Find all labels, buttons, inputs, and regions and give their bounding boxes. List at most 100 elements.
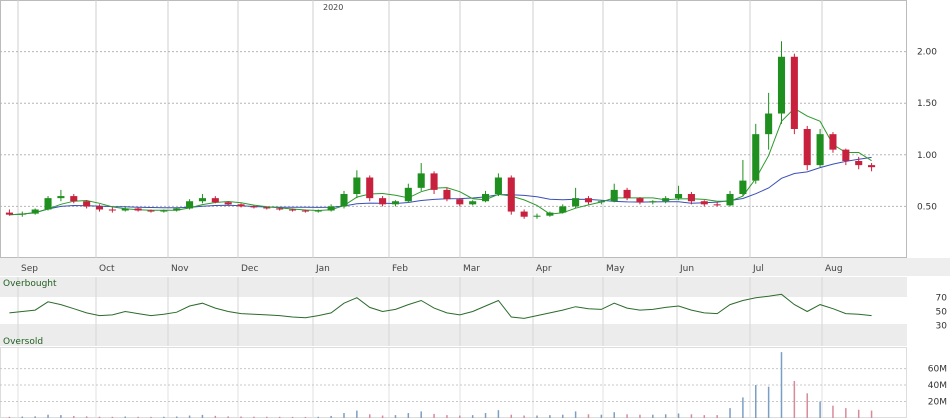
candle xyxy=(507,175,515,215)
rsi-overbought-band xyxy=(0,277,907,297)
candle-body xyxy=(404,187,412,202)
candle-body xyxy=(649,201,657,203)
volume-bar xyxy=(433,413,435,418)
candle-body xyxy=(816,134,824,166)
month-label: Dec xyxy=(241,264,258,274)
rsi-panel: Overbought Oversold 70 50 30 xyxy=(0,277,947,347)
candle-body xyxy=(276,208,284,210)
month-label: Oct xyxy=(99,264,115,274)
volume-bar xyxy=(832,405,834,418)
candle-body xyxy=(855,160,863,166)
price-tick-label: 0.50 xyxy=(917,202,937,212)
volume-bar xyxy=(356,410,358,418)
year-label: 2020 xyxy=(323,3,343,12)
volume-bar xyxy=(677,413,680,418)
candle-body xyxy=(533,215,541,217)
rsi-mid-band xyxy=(0,297,907,324)
rsi-tick-label: 50 xyxy=(936,308,948,318)
month-label: Sep xyxy=(21,264,38,274)
rsi-oversold-band xyxy=(0,324,907,346)
candle-body xyxy=(494,177,502,195)
volume-bar xyxy=(613,412,615,418)
candle xyxy=(790,53,798,135)
candle-body xyxy=(301,210,309,212)
volume-bar xyxy=(793,380,796,418)
candle-body xyxy=(623,189,631,199)
month-label: Jan xyxy=(315,264,330,274)
volume-bar xyxy=(742,397,744,418)
candle-body xyxy=(186,201,194,209)
volume-bar xyxy=(729,408,731,418)
candle-body xyxy=(314,210,322,212)
candle-body xyxy=(726,194,734,206)
candle-body xyxy=(842,149,850,161)
candle xyxy=(816,129,824,168)
candle-body xyxy=(263,207,271,209)
candle-body xyxy=(507,177,515,212)
volume-bar xyxy=(806,393,808,418)
candle-body xyxy=(520,211,528,217)
rsi-oversold-label: Oversold xyxy=(3,337,43,347)
candle-body xyxy=(739,180,747,195)
month-label: Aug xyxy=(825,264,843,274)
candle-body xyxy=(481,194,490,202)
volume-axis: 20M 40M 60M xyxy=(928,365,947,408)
candle-body xyxy=(353,177,361,195)
price-tick-label: 1.00 xyxy=(917,151,937,161)
month-label: Nov xyxy=(171,264,189,274)
candle-body xyxy=(237,204,245,207)
candle-body xyxy=(134,208,142,211)
candle-body xyxy=(211,198,219,203)
candle-body xyxy=(95,206,104,210)
candle-body xyxy=(108,209,116,211)
candle-body xyxy=(777,56,786,114)
candle-body xyxy=(417,173,425,188)
candle xyxy=(829,132,837,153)
price-tick-label: 1.50 xyxy=(917,99,937,109)
candle-body xyxy=(44,198,52,210)
candle-body xyxy=(559,206,567,213)
candle-body xyxy=(700,201,708,205)
volume-bar xyxy=(407,413,410,418)
volume-bar xyxy=(626,414,628,418)
volume-bar xyxy=(819,401,821,418)
candle-body xyxy=(5,212,13,215)
candle-body xyxy=(687,194,695,202)
volume-bar xyxy=(497,410,500,418)
candle-body xyxy=(675,194,683,199)
candle xyxy=(366,175,374,202)
candle-body xyxy=(546,212,554,216)
volume-tick-label: 60M xyxy=(928,365,947,375)
candle-body xyxy=(57,196,65,199)
volume-tick-label: 20M xyxy=(928,398,947,408)
candle-body xyxy=(70,196,78,202)
volume-bar xyxy=(845,408,847,418)
candle-body xyxy=(18,213,26,215)
volume-bar xyxy=(664,414,667,418)
candle xyxy=(803,125,811,171)
candle-body xyxy=(662,198,670,202)
candle-body xyxy=(752,134,760,181)
candle-body xyxy=(430,173,438,190)
candle-body xyxy=(790,56,798,130)
candle-body xyxy=(597,201,605,203)
candle xyxy=(44,196,52,211)
candle-body xyxy=(456,199,464,205)
candle-body xyxy=(572,198,580,207)
candle-body xyxy=(340,194,348,207)
rsi-tick-label: 70 xyxy=(936,294,948,304)
rsi-tick-label: 30 xyxy=(936,321,948,331)
volume-panel-frame xyxy=(0,347,907,418)
volume-bar xyxy=(767,386,770,418)
candle-body xyxy=(803,129,811,166)
volume-bar xyxy=(484,413,487,418)
candle-body xyxy=(829,134,837,150)
volume-bar xyxy=(857,409,860,418)
volume-bar xyxy=(420,411,422,418)
candle-body xyxy=(391,201,400,205)
candle-body xyxy=(366,177,374,199)
candle-body xyxy=(173,208,181,211)
price-tick-label: 2.00 xyxy=(917,48,937,58)
volume-bar xyxy=(587,414,590,418)
month-label: Mar xyxy=(463,264,480,274)
